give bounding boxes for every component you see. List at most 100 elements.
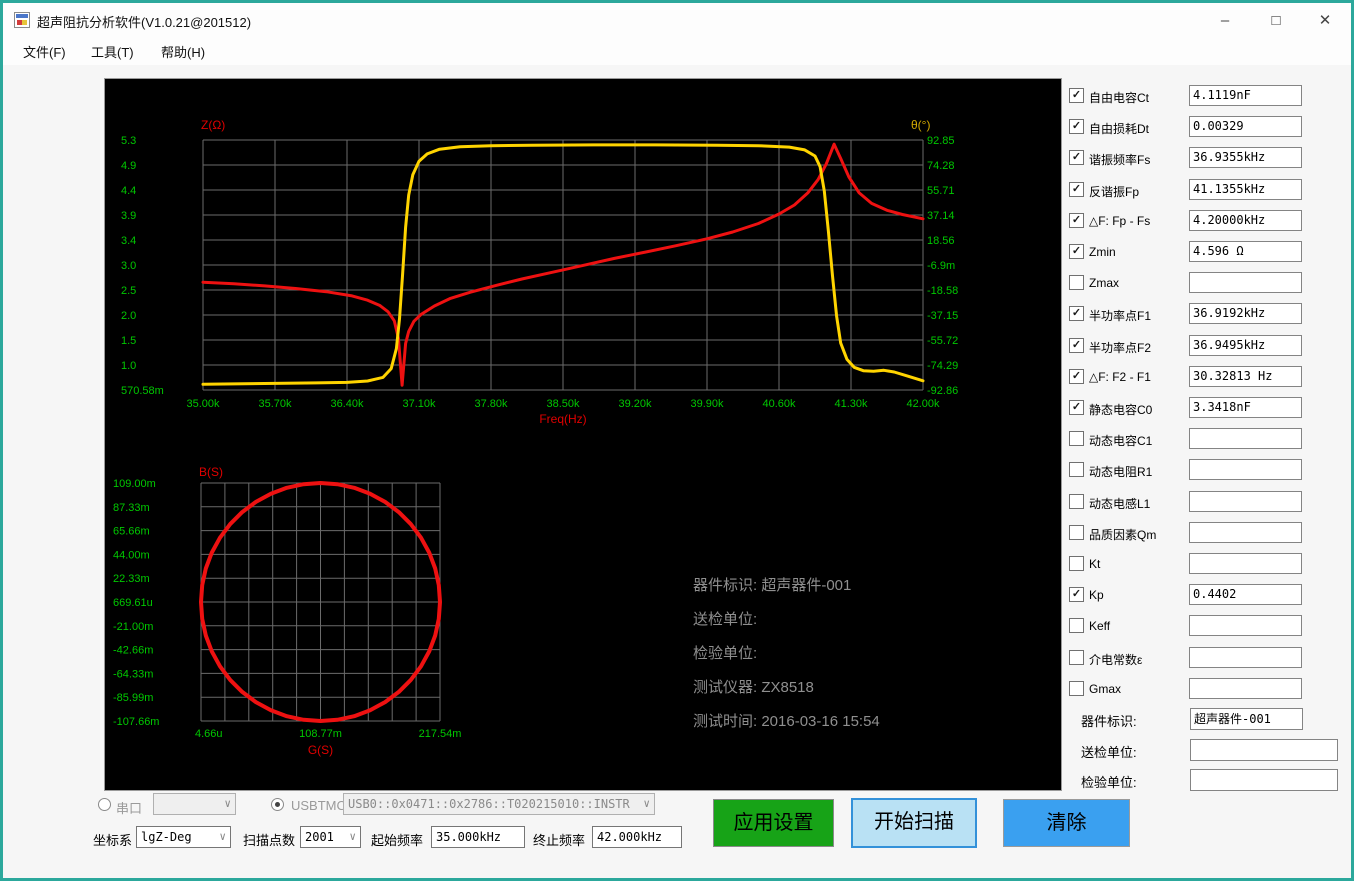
id-field-input[interactable]: 超声器件-001 <box>1190 708 1303 730</box>
result-checkbox-12[interactable] <box>1069 462 1084 477</box>
y-axis-tick: 669.61u <box>113 597 153 609</box>
result-value-input[interactable] <box>1189 459 1302 480</box>
result-value-input[interactable]: 0.00329 <box>1189 116 1302 137</box>
clear-button[interactable]: 清除 <box>1003 799 1130 847</box>
result-checkbox-7[interactable]: ✓ <box>1069 306 1084 321</box>
sweep-points-select[interactable]: 2001 ∨ <box>300 826 361 848</box>
result-checkbox-10[interactable]: ✓ <box>1069 400 1084 415</box>
right-axis-tick: -6.9m <box>927 260 955 272</box>
result-label: 动态电阻R1 <box>1089 465 1153 479</box>
window-title: 超声阻抗分析软件(V1.0.21@201512) <box>37 15 252 30</box>
result-value-input[interactable] <box>1189 553 1302 574</box>
result-checkbox-1[interactable]: ✓ <box>1069 119 1084 134</box>
result-label: △F: Fp - Fs <box>1089 214 1151 228</box>
minimize-button[interactable]: – <box>1207 9 1243 33</box>
result-checkbox-19[interactable] <box>1069 681 1084 696</box>
title-bar: 超声阻抗分析软件(V1.0.21@201512) – □ ✕ <box>3 3 1351 36</box>
result-value-input[interactable] <box>1189 678 1302 699</box>
serial-radio[interactable] <box>98 798 111 811</box>
left-axis-tick: 570.58m <box>121 385 164 397</box>
result-value-input[interactable] <box>1189 428 1302 449</box>
y-axis-tick: -64.33m <box>113 668 153 680</box>
info-line: 送检单位: <box>693 611 758 628</box>
result-value-input[interactable]: 36.9192kHz <box>1189 303 1302 324</box>
result-checkbox-9[interactable]: ✓ <box>1069 369 1084 384</box>
result-value-input[interactable]: 3.3418nF <box>1189 397 1302 418</box>
y-axis-tick: 22.33m <box>113 573 150 585</box>
info-line: 测试时间: 2016-03-16 15:54 <box>693 713 880 730</box>
result-value-input[interactable]: 41.1355kHz <box>1189 179 1302 200</box>
result-checkbox-0[interactable]: ✓ <box>1069 88 1084 103</box>
result-label: Keff <box>1089 619 1111 633</box>
device-info-overlay: 器件标识: 超声器件-001 送检单位: 检验单位: 测试仪器: ZX8518 测试时间… <box>693 569 880 739</box>
result-value-input[interactable] <box>1189 615 1302 636</box>
start-frequency-label: 起始频率 <box>371 833 424 848</box>
close-button[interactable]: ✕ <box>1307 9 1343 33</box>
menu-tools[interactable]: 工具(T) <box>91 42 134 61</box>
result-value-input[interactable]: 0.4402 <box>1189 584 1302 605</box>
info-line: 器件标识: 超声器件-001 <box>693 577 852 594</box>
charts-svg: 5.3 4.9 4.4 3.9 3.4 3.0 2.5 2.0 1.5 1.0 570.58m 92.… <box>113 118 958 757</box>
result-checkbox-14[interactable] <box>1069 525 1084 540</box>
usbtmc-radio[interactable] <box>271 798 284 811</box>
left-axis-tick: 1.0 <box>121 360 136 372</box>
result-value-input[interactable]: 4.596 Ω <box>1189 241 1302 262</box>
result-checkbox-3[interactable]: ✓ <box>1069 182 1084 197</box>
x-axis-tick: 39.20k <box>618 398 652 410</box>
left-axis-tick: 3.0 <box>121 260 136 272</box>
result-value-input[interactable]: 4.1119nF <box>1189 85 1302 106</box>
start-scan-button[interactable]: 开始扫描 <box>851 798 977 848</box>
result-checkbox-17[interactable] <box>1069 618 1084 633</box>
result-value-input[interactable]: 36.9495kHz <box>1189 335 1302 356</box>
app-window: 超声阻抗分析软件(V1.0.21@201512) – □ ✕ 文件(F) 工具(… <box>0 0 1354 881</box>
usbtmc-address-select[interactable]: USB0::0x0471::0x2786::T020215010::INSTR ∨ <box>343 793 655 815</box>
menu-file[interactable]: 文件(F) <box>23 42 66 61</box>
result-checkbox-2[interactable]: ✓ <box>1069 150 1084 165</box>
result-checkbox-8[interactable]: ✓ <box>1069 338 1084 353</box>
x-axis-tick: 40.60k <box>762 398 796 410</box>
result-checkbox-4[interactable]: ✓ <box>1069 213 1084 228</box>
id-field-input[interactable] <box>1190 769 1338 791</box>
x-axis-tick: 35.70k <box>258 398 292 410</box>
result-label: 自由电容Ct <box>1089 91 1150 105</box>
chevron-down-icon: ∨ <box>224 797 231 810</box>
left-axis-tick: 5.3 <box>121 135 136 147</box>
result-checkbox-11[interactable] <box>1069 431 1084 446</box>
left-axis-tick: 3.9 <box>121 210 136 222</box>
result-checkbox-13[interactable] <box>1069 494 1084 509</box>
maximize-button[interactable]: □ <box>1258 9 1294 33</box>
result-value-input[interactable] <box>1189 272 1302 293</box>
serial-radio-label: 串口 <box>116 801 143 816</box>
result-value-input[interactable]: 30.32813 Hz <box>1189 366 1302 387</box>
left-axis-tick: 2.0 <box>121 310 136 322</box>
right-axis-tick: -18.58 <box>927 285 958 297</box>
result-label: 半功率点F2 <box>1089 341 1152 355</box>
result-label: Kp <box>1089 588 1104 602</box>
x-axis-tick: 42.00k <box>906 398 940 410</box>
result-value-input[interactable]: 36.9355kHz <box>1189 147 1302 168</box>
sweep-points-label: 扫描点数 <box>243 833 296 848</box>
result-label: 反谐振Fp <box>1089 185 1140 199</box>
right-axis-tick: -37.15 <box>927 310 958 322</box>
start-frequency-input[interactable]: 35.000kHz <box>431 826 525 848</box>
left-axis-tick: 2.5 <box>121 285 136 297</box>
y-axis-tick: 44.00m <box>113 549 150 561</box>
stop-frequency-input[interactable]: 42.000kHz <box>592 826 682 848</box>
result-checkbox-5[interactable]: ✓ <box>1069 244 1084 259</box>
apply-settings-button[interactable]: 应用设置 <box>713 799 834 847</box>
result-checkbox-16[interactable]: ✓ <box>1069 587 1084 602</box>
serial-port-select[interactable]: ∨ <box>153 793 236 815</box>
result-checkbox-15[interactable] <box>1069 556 1084 571</box>
menu-help[interactable]: 帮助(H) <box>161 42 205 61</box>
info-line: 检验单位: <box>693 645 758 662</box>
usbtmc-radio-label: USBTMC <box>291 798 346 813</box>
coord-system-select[interactable]: lgZ-Deg ∨ <box>136 826 231 848</box>
result-checkbox-6[interactable] <box>1069 275 1084 290</box>
id-field-input[interactable] <box>1190 739 1338 761</box>
result-checkbox-18[interactable] <box>1069 650 1084 665</box>
result-value-input[interactable] <box>1189 491 1302 512</box>
right-axis-tick: -55.72 <box>927 335 958 347</box>
result-value-input[interactable] <box>1189 647 1302 668</box>
result-value-input[interactable] <box>1189 522 1302 543</box>
result-value-input[interactable]: 4.20000kHz <box>1189 210 1302 231</box>
